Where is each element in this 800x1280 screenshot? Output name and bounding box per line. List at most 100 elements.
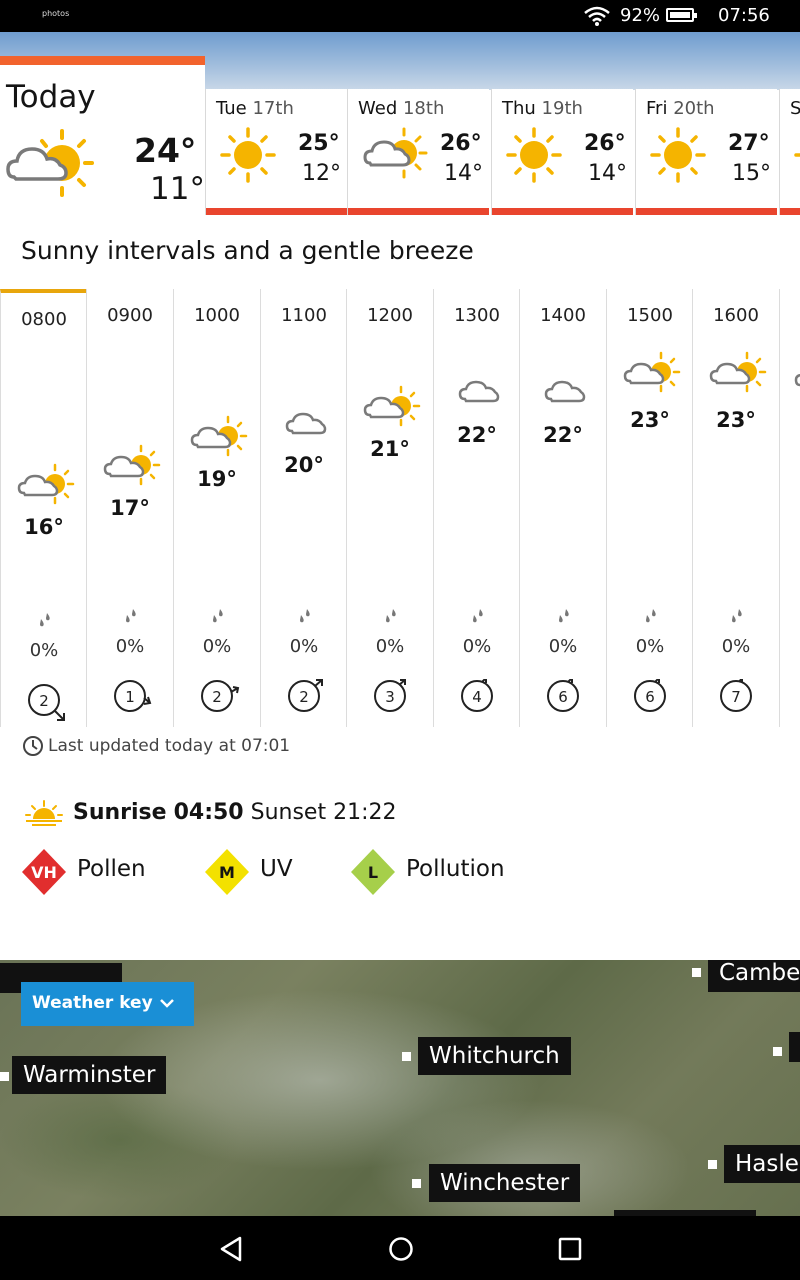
wind-arrow-icon: 6	[547, 679, 579, 712]
day-card[interactable]: Wed 18th 26° 14°	[347, 89, 489, 215]
rain-chance: 0%	[635, 636, 665, 657]
pollen-index[interactable]: VH Pollen	[21, 848, 146, 900]
day-low: 14°	[444, 161, 483, 186]
rain-chance: 0%	[29, 640, 59, 661]
battery-icon	[666, 8, 697, 22]
day-low: 15°	[732, 161, 771, 186]
rain-chance: 0%	[462, 636, 492, 657]
hour-temp: 20°	[284, 453, 324, 477]
hour-temp: 23°	[716, 408, 756, 432]
town-label: Hasler	[724, 1145, 800, 1183]
town-label: Warminster	[12, 1056, 167, 1094]
day-date: 20th	[673, 98, 715, 119]
hour-column[interactable]	[779, 289, 800, 727]
pollution-index[interactable]: L Pollution	[350, 848, 505, 900]
day-name: Wed	[358, 98, 398, 119]
hour-time: 1200	[367, 305, 413, 326]
rain-chance: 0%	[375, 636, 405, 657]
day-card[interactable]: Thu 19th 26° 14°	[491, 89, 633, 215]
hour-column[interactable]: 1200 21° 0% 3	[346, 289, 432, 727]
hour-temp: 23°	[630, 408, 670, 432]
home-icon[interactable]	[388, 1236, 414, 1262]
hour-column[interactable]: 0900 17° 0% 1	[86, 289, 172, 727]
uv-label: UV	[260, 856, 293, 882]
hour-time: 1000	[194, 305, 240, 326]
town-marker	[402, 1052, 411, 1061]
hour-column[interactable]: 1100 20° 0% 2	[260, 289, 346, 727]
sun-cloud-icon	[709, 351, 767, 393]
sun-cloud-icon	[363, 127, 428, 179]
day-high: 26°	[440, 131, 482, 156]
hour-column[interactable]: 0800 16° 0% 2	[0, 289, 86, 727]
wind-arrow-icon: 3	[374, 679, 406, 712]
hour-column[interactable]: 1300 22° 0% 4	[433, 289, 519, 727]
hour-column[interactable]: 1000 19° 0% 2	[173, 289, 259, 727]
wind-speed: 7	[731, 688, 741, 706]
sun-icon	[220, 127, 276, 183]
day-card[interactable]: Fri 20th 27° 15°	[635, 89, 777, 215]
day-low: 14°	[588, 161, 627, 186]
rain-chance: 0%	[202, 636, 232, 657]
sunrise-time: 04:50	[173, 800, 244, 825]
rain-chance: 0%	[721, 636, 751, 657]
cloud-icon	[794, 373, 800, 387]
navigation-bar	[0, 1216, 800, 1280]
day-high: 26°	[584, 131, 626, 156]
hour-column[interactable]: 1600 23° 0% 7	[692, 289, 778, 727]
sunset-time: 21:22	[333, 800, 397, 825]
map-label-partial	[789, 1032, 800, 1062]
recents-icon[interactable]	[558, 1237, 582, 1261]
hourly-forecast[interactable]: 0800 16° 0% 2 0900 17° 0% 1 1000 19° 0% …	[0, 289, 800, 727]
day-card-today[interactable]: Today 24° 11°	[0, 56, 205, 216]
town-marker	[708, 1160, 717, 1169]
raindrop-icon	[213, 609, 223, 623]
battery-percent: 92%	[620, 5, 661, 26]
chevron-down-icon	[160, 999, 174, 1008]
raindrop-icon	[559, 609, 569, 623]
day-card[interactable]: Tue 17th 25° 12°	[205, 89, 347, 215]
day-card[interactable]: S	[779, 89, 800, 215]
pollen-code: VH	[31, 863, 57, 882]
today-low: 11°	[150, 171, 205, 207]
brand-logo: photos	[42, 9, 70, 18]
wind-speed: 6	[645, 688, 655, 706]
day-date: 17th	[252, 98, 294, 119]
sunrise-label: Sunrise	[73, 800, 167, 825]
hour-temp: 21°	[370, 437, 410, 461]
day-bar	[206, 208, 347, 215]
wind-speed: 3	[385, 688, 395, 706]
weather-key-label: Weather key	[32, 993, 153, 1013]
hour-temp: 19°	[197, 467, 237, 491]
status-bar: photos 92% 07:56	[0, 0, 800, 32]
wind-arrow-icon: 7	[720, 679, 752, 712]
today-high: 24°	[134, 131, 197, 170]
weather-key-button[interactable]: Weather key	[21, 982, 194, 1026]
town-marker	[0, 1072, 9, 1081]
uv-level-badge: M	[205, 849, 249, 895]
day-bar	[636, 208, 777, 215]
uv-index[interactable]: M UV	[204, 848, 293, 900]
raindrop-icon	[473, 609, 483, 623]
wind-speed: 6	[558, 688, 568, 706]
day-high: 27°	[728, 131, 770, 156]
wind-speed: 2	[299, 688, 309, 706]
pollution-level-badge: L	[351, 849, 395, 895]
wind-arrow-icon: 6	[634, 679, 666, 712]
hour-time: 1400	[540, 305, 586, 326]
wind-speed: 2	[212, 688, 222, 706]
last-updated: Last updated today at 07:01	[48, 736, 291, 756]
weather-map[interactable]: Camber Warminster Whitchurch Winchester …	[0, 960, 800, 1216]
hour-time: 1500	[627, 305, 673, 326]
town-marker	[412, 1179, 421, 1188]
raindrop-icon	[126, 609, 136, 623]
hour-column[interactable]: 1400 22° 0% 6	[519, 289, 605, 727]
hour-column[interactable]: 1500 23° 0% 6	[606, 289, 692, 727]
town-label: Winchester	[429, 1164, 581, 1202]
back-icon[interactable]	[219, 1236, 243, 1262]
sun-cloud-icon	[190, 415, 248, 457]
day-name: S	[790, 98, 800, 119]
uv-code: M	[219, 863, 235, 882]
sunrise-icon	[25, 800, 63, 826]
wind-arrow-icon: 2	[201, 680, 240, 712]
day-date: 19th	[541, 98, 583, 119]
